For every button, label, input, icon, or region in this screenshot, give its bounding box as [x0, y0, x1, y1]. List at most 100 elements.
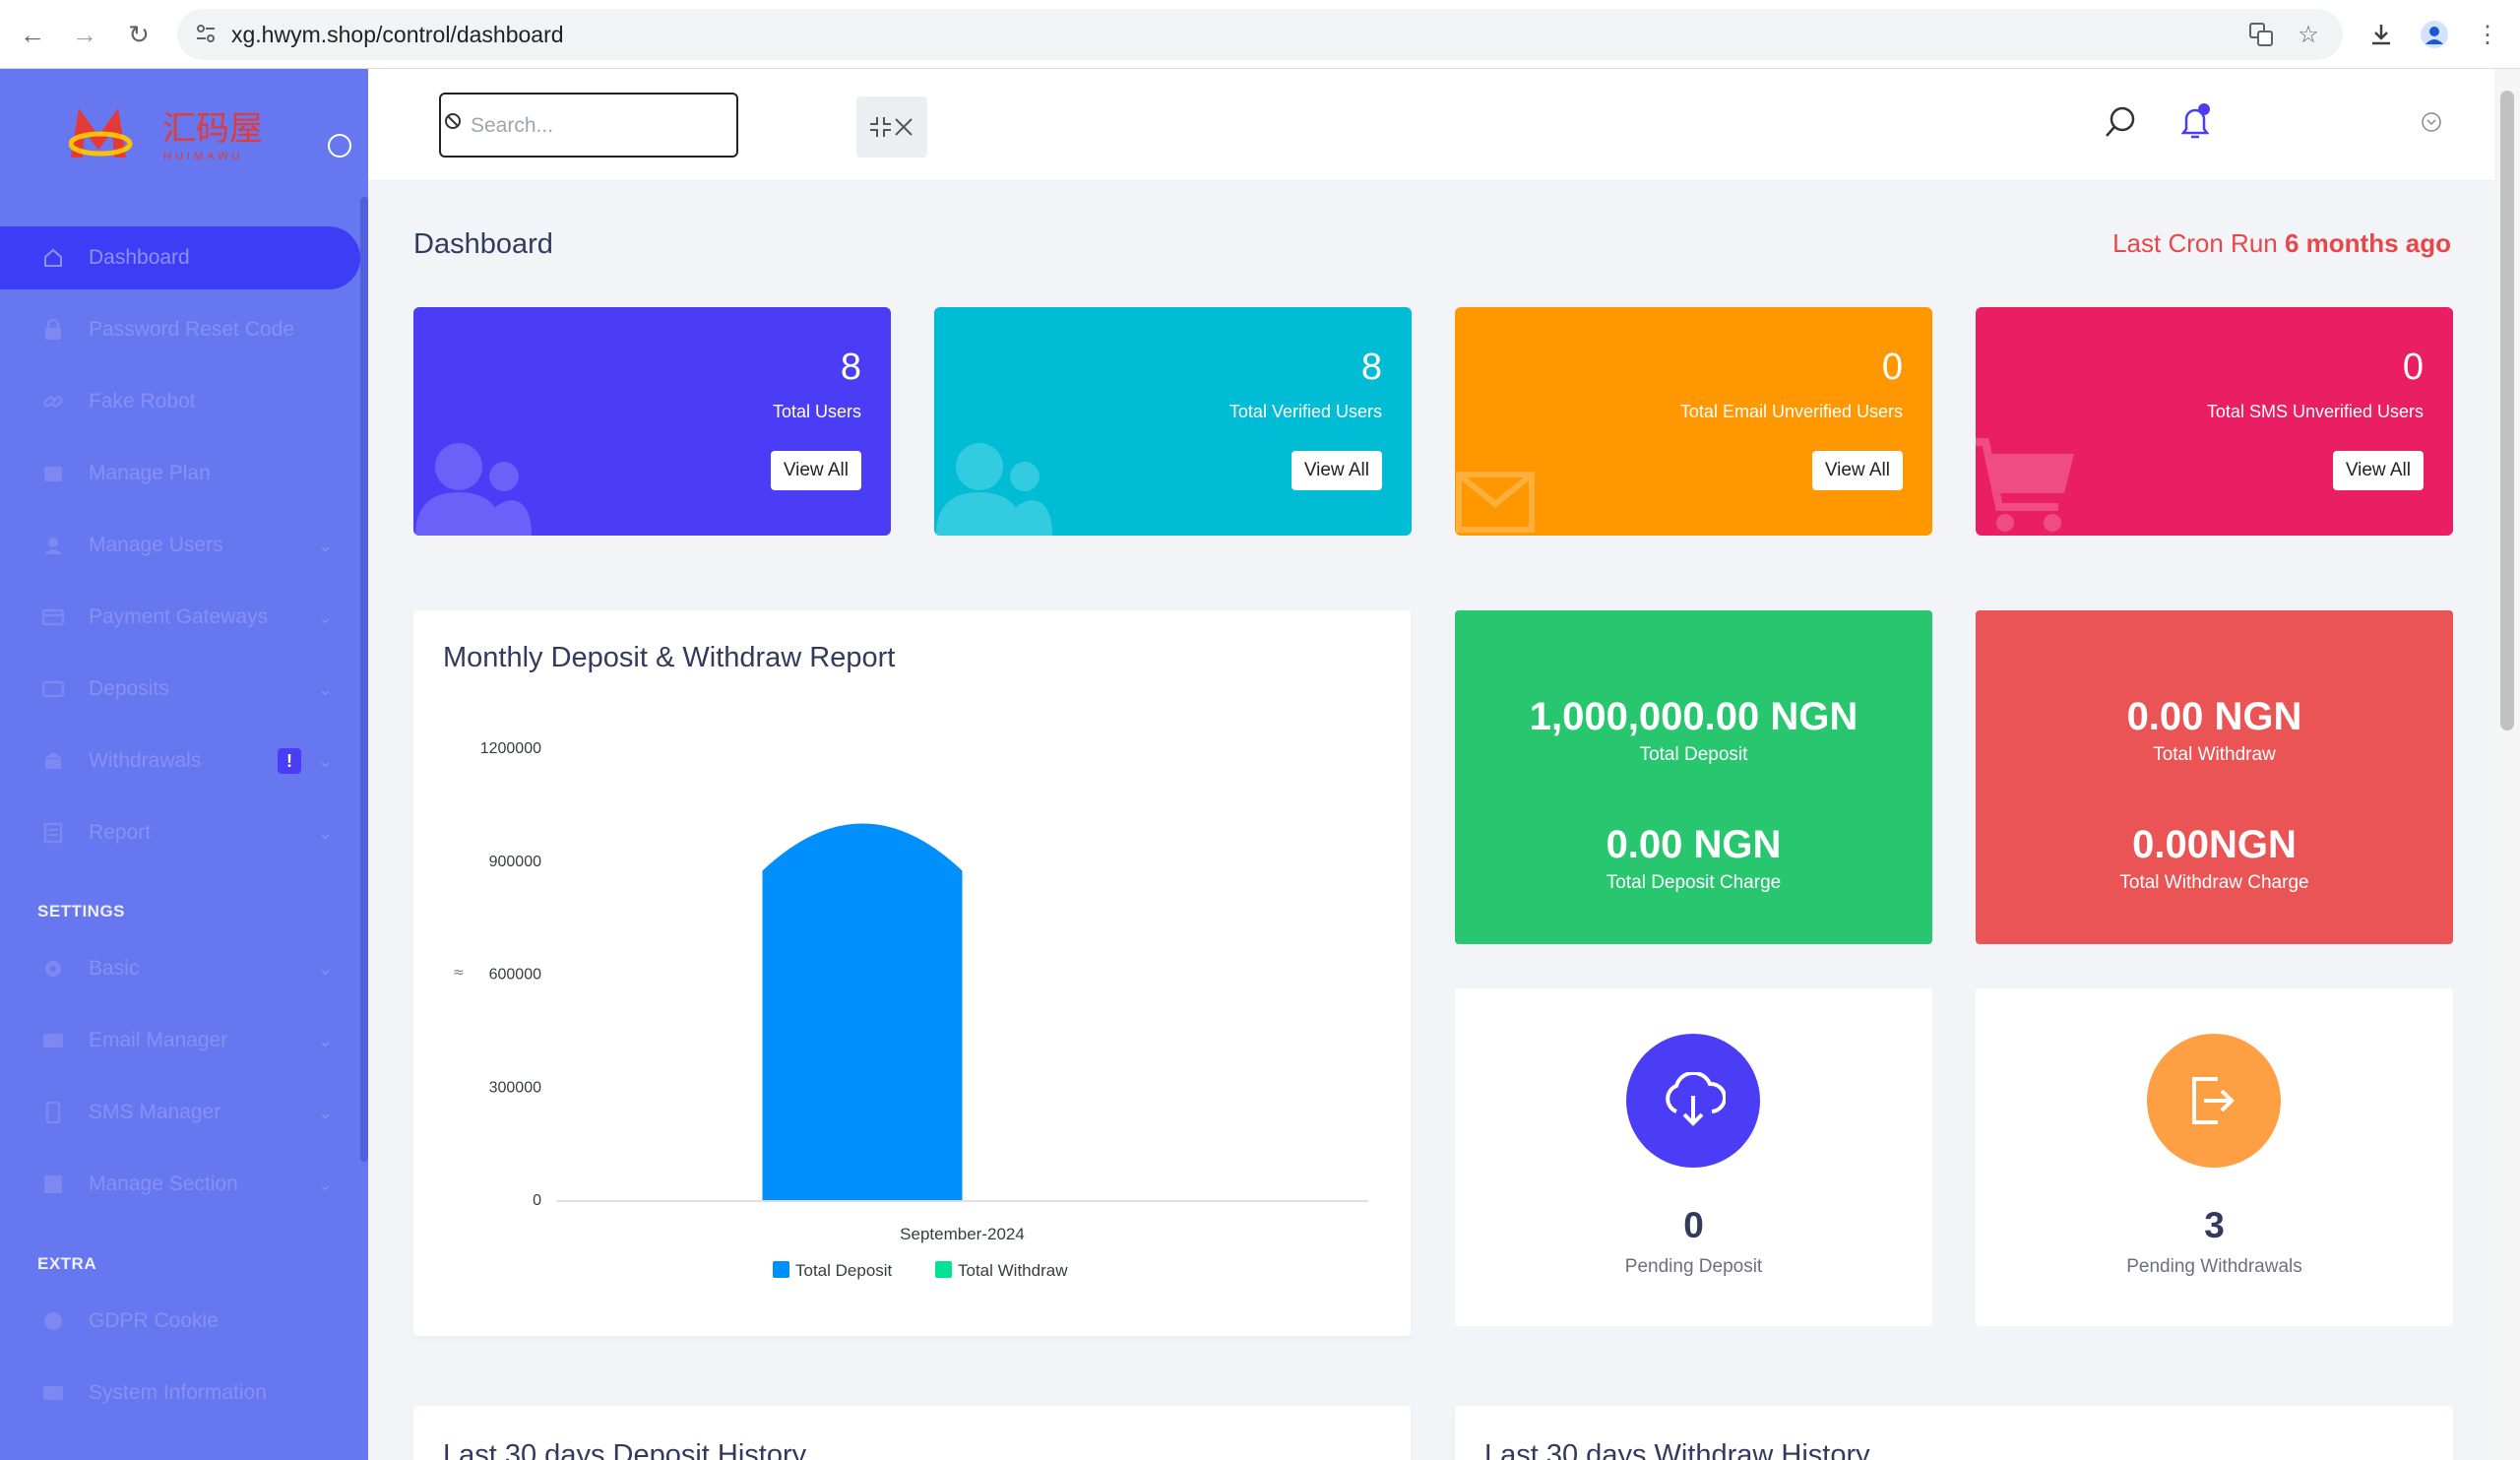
sidebar: 汇码屋 HUIMAWU Dashboard Password Reset Cod…	[0, 69, 368, 1460]
sidebar-item-label: Manage Section	[89, 1173, 238, 1195]
stat-value: 0	[2402, 347, 2424, 388]
sidebar-toggle-icon[interactable]	[328, 134, 351, 158]
x-tick-label: September-2024	[900, 1225, 1025, 1243]
fullscreen-toggle-button[interactable]	[856, 96, 927, 158]
list-icon	[41, 821, 65, 845]
sidebar-item-label: System Information	[89, 1381, 267, 1404]
total-deposit-value: 1,000,000.00 NGN	[1529, 695, 1858, 738]
pending-deposit-card[interactable]: 0 Pending Deposit	[1455, 988, 1932, 1326]
search-clear-icon[interactable]	[444, 112, 462, 130]
envelope-bg-icon	[1456, 472, 1535, 533]
view-all-button[interactable]: View All	[770, 451, 861, 490]
browser-menu-icon[interactable]: ⋮	[2471, 18, 2504, 51]
sidebar-item-label: Password Reset Code	[89, 318, 294, 341]
chevron-down-icon: ⌄	[317, 822, 333, 843]
deposit-charge-value: 0.00 NGN	[1606, 823, 1782, 866]
withdraw-history-title: Last 30 days Withdraw History	[1484, 1439, 1870, 1460]
envelope-icon	[41, 1029, 65, 1052]
sign-out-icon	[2147, 1034, 2281, 1168]
pending-deposit-label: Pending Deposit	[1624, 1256, 1763, 1277]
pending-withdrawals-label: Pending Withdrawals	[2126, 1256, 2302, 1277]
monthly-report-chart: 1200000 900000 600000 300000 0 ≈ September-202…	[453, 740, 1368, 1280]
sidebar-item-fake-robot[interactable]: Fake Robot	[0, 370, 360, 433]
search-input[interactable]	[471, 110, 717, 142]
notification-bell-icon[interactable]	[2174, 100, 2217, 144]
deposit-charge-label: Total Deposit Charge	[1606, 872, 1782, 893]
stat-card-sms-unverified: 0 Total SMS Unverified Users View All	[1976, 307, 2453, 536]
pending-withdrawals-card[interactable]: 3 Pending Withdrawals	[1976, 988, 2453, 1326]
url-text: xg.hwym.shop/control/dashboard	[231, 22, 564, 47]
link-icon	[41, 390, 65, 413]
sidebar-item-manage-section[interactable]: Manage Section ⌄	[0, 1153, 360, 1216]
cookie-icon	[41, 1309, 65, 1333]
home-icon	[41, 246, 65, 270]
page-title: Dashboard	[413, 228, 553, 260]
compress-icon	[870, 117, 913, 137]
users-icon	[41, 534, 65, 557]
sidebar-item-basic[interactable]: Basic ⌄	[0, 937, 360, 1000]
chevron-down-icon: ⌄	[317, 1030, 333, 1050]
chevron-down-icon: ⌄	[317, 958, 333, 979]
stat-value: 0	[1881, 347, 1903, 388]
stat-value: 8	[840, 347, 861, 388]
browser-toolbar: ← → ↻ xg.hwym.shop/control/dashboard ☆ ⋮	[0, 0, 2520, 69]
chevron-down-icon: ⌄	[317, 1174, 333, 1194]
sidebar-item-email-manager[interactable]: Email Manager ⌄	[0, 1009, 360, 1072]
view-all-button[interactable]: View All	[2332, 451, 2424, 490]
chevron-down-icon: ⌄	[317, 678, 333, 699]
total-withdraw-card: 0.00 NGN Total Withdraw 0.00NGN Total Wi…	[1976, 610, 2453, 944]
sidebar-item-manage-plan[interactable]: Manage Plan	[0, 442, 360, 505]
y-axis-marker: ≈	[453, 965, 465, 981]
sidebar-item-manage-users[interactable]: Manage Users ⌄	[0, 514, 360, 577]
box-icon	[41, 462, 65, 485]
last-cron-run: Last Cron Run 6 months ago	[2112, 228, 2451, 259]
sidebar-item-deposits[interactable]: Deposits ⌄	[0, 658, 360, 721]
search-icon[interactable]	[2099, 100, 2142, 144]
total-deposit-card: 1,000,000.00 NGN Total Deposit 0.00 NGN …	[1455, 610, 1932, 944]
stat-label: Total Email Unverified Users	[1679, 402, 1903, 421]
bookmark-star-icon[interactable]: ☆	[2292, 18, 2325, 51]
search-box[interactable]	[439, 93, 738, 158]
pending-deposit-count: 0	[1683, 1205, 1704, 1245]
sidebar-item-gdpr-cookie[interactable]: GDPR Cookie	[0, 1290, 360, 1353]
sidebar-item-dashboard[interactable]: Dashboard	[0, 226, 360, 289]
sidebar-item-system-information[interactable]: System Information	[0, 1362, 360, 1425]
sidebar-item-label: Manage Users	[89, 534, 223, 556]
user-dropdown-icon[interactable]	[2410, 100, 2453, 144]
profile-avatar-icon[interactable]	[2418, 18, 2451, 51]
sidebar-item-report[interactable]: Report ⌄	[0, 801, 360, 864]
y-tick-label: 600000	[489, 967, 541, 984]
view-all-button[interactable]: View All	[1811, 451, 1903, 490]
total-deposit-label: Total Deposit	[1639, 744, 1748, 765]
download-icon[interactable]	[2364, 18, 2398, 51]
sidebar-item-label: Payment Gateways	[89, 605, 269, 628]
sidebar-item-withdrawals[interactable]: Withdrawals ! ⌄	[0, 730, 360, 793]
page-scrollbar-thumb[interactable]	[2500, 91, 2514, 730]
sidebar-heading-settings: SETTINGS	[37, 902, 126, 920]
svg-text:汇码屋: 汇码屋	[162, 109, 263, 149]
users-bg-icon	[936, 443, 1052, 536]
view-all-button[interactable]: View All	[1291, 451, 1382, 490]
back-icon[interactable]: ←	[16, 18, 49, 51]
site-info-icon[interactable]	[195, 23, 217, 44]
monthly-report-panel: Monthly Deposit & Withdraw Report 120000…	[413, 610, 1411, 1336]
stat-card-email-unverified: 0 Total Email Unverified Users View All	[1455, 307, 1932, 536]
pending-withdrawals-count: 3	[2204, 1205, 2225, 1245]
layout-icon	[41, 1173, 65, 1196]
cron-label: Last Cron Run	[2112, 228, 2278, 258]
legend-swatch	[935, 1261, 952, 1278]
withdraw-charge-value: 0.00NGN	[2132, 823, 2297, 866]
sidebar-item-label: GDPR Cookie	[89, 1309, 219, 1332]
reload-icon[interactable]: ↻	[122, 18, 156, 51]
credit-card-icon	[41, 605, 65, 629]
address-bar[interactable]: xg.hwym.shop/control/dashboard	[177, 9, 2343, 60]
gear-icon	[41, 957, 65, 981]
site-logo: 汇码屋 HUIMAWU	[69, 108, 263, 162]
sidebar-item-payment-gateways[interactable]: Payment Gateways ⌄	[0, 586, 360, 649]
sidebar-item-password-reset-code[interactable]: Password Reset Code	[0, 298, 360, 361]
translate-icon[interactable]	[2244, 18, 2278, 51]
withdraw-charge-label: Total Withdraw Charge	[2119, 872, 2309, 893]
sidebar-item-sms-manager[interactable]: SMS Manager ⌄	[0, 1081, 360, 1144]
forward-icon[interactable]: →	[68, 18, 101, 51]
sidebar-item-label: Report	[89, 821, 152, 844]
